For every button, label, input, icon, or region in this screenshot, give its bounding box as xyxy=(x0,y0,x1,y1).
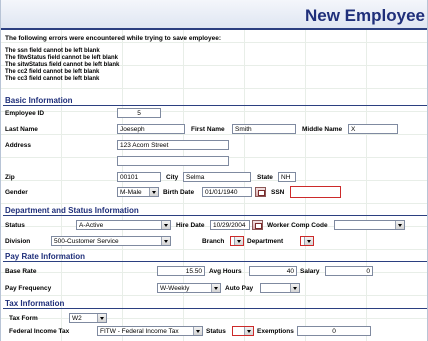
tax-status-select[interactable] xyxy=(232,326,254,336)
federal-income-tax-value: FITW - Federal Income Tax xyxy=(100,328,179,335)
error-message: The fitwStatus field cannot be left blan… xyxy=(5,55,119,61)
pay-frequency-label: Pay Frequency xyxy=(5,285,52,292)
division-label: Division xyxy=(5,238,31,245)
gender-value: M-Male xyxy=(120,189,142,196)
employee-id-field[interactable]: 5 xyxy=(117,108,161,118)
federal-income-tax-select[interactable]: FITW - Federal Income Tax xyxy=(97,326,203,336)
status-label: Status xyxy=(5,222,25,229)
employee-id-label: Employee ID xyxy=(5,110,45,117)
worker-comp-label: Worker Comp Code xyxy=(267,222,328,229)
page-title: New Employee xyxy=(305,6,425,25)
calendar-icon[interactable] xyxy=(252,220,263,230)
city-label: City xyxy=(166,174,179,181)
branch-label: Branch xyxy=(202,238,225,245)
chevron-down-icon[interactable] xyxy=(161,221,170,229)
first-name-field[interactable]: Smith xyxy=(232,124,296,134)
chevron-down-icon[interactable] xyxy=(97,314,106,322)
section-basic-information: Basic Information xyxy=(3,96,427,106)
error-message: The sitwStatus field cannot be left blan… xyxy=(5,62,120,68)
federal-income-tax-label: Federal Income Tax xyxy=(9,328,70,335)
last-name-field[interactable]: Joeseph xyxy=(117,124,185,134)
chevron-down-icon[interactable] xyxy=(234,237,243,245)
salary-label: Salary xyxy=(300,268,320,275)
tax-form-value: W2 xyxy=(72,315,82,322)
state-field[interactable]: NH xyxy=(278,172,296,182)
tax-form-label: Tax Form xyxy=(9,315,38,322)
zip-label: Zip xyxy=(5,174,15,181)
section-pay-rate: Pay Rate Information xyxy=(3,252,427,262)
auto-pay-label: Auto Pay xyxy=(225,285,254,292)
chevron-down-icon[interactable] xyxy=(211,284,220,292)
section-title: Tax Information xyxy=(5,299,65,308)
address-label: Address xyxy=(5,142,32,149)
salary-field[interactable]: 0 xyxy=(325,266,373,276)
gender-select[interactable]: M-Male xyxy=(117,187,159,197)
section-tax: Tax Information xyxy=(3,299,427,309)
status-select[interactable]: A-Active xyxy=(76,220,171,230)
branch-select[interactable] xyxy=(230,236,244,246)
ssn-field[interactable] xyxy=(290,186,341,198)
auto-pay-select[interactable] xyxy=(260,283,300,293)
chevron-down-icon[interactable] xyxy=(193,327,202,335)
exemptions-field[interactable]: 0 xyxy=(297,326,371,336)
gender-label: Gender xyxy=(5,189,28,196)
chevron-down-icon[interactable] xyxy=(161,237,170,245)
birth-date-field[interactable]: 01/01/1940 xyxy=(202,187,252,197)
section-department-status: Department and Status Information xyxy=(3,206,427,216)
birth-date-label: Birth Date xyxy=(163,189,195,196)
division-select[interactable]: 500-Customer Service xyxy=(51,236,171,246)
hire-date-field[interactable]: 10/29/2004 xyxy=(210,220,250,230)
section-title: Basic Information xyxy=(5,96,73,105)
zip-field[interactable]: 00101 xyxy=(117,172,161,182)
status-value: A-Active xyxy=(79,222,104,229)
base-rate-field[interactable]: 15.50 xyxy=(157,266,205,276)
department-label: Department xyxy=(247,238,284,245)
avg-hours-label: Avg Hours xyxy=(209,268,242,275)
department-select[interactable] xyxy=(300,236,314,246)
chevron-down-icon[interactable] xyxy=(304,237,313,245)
exemptions-label: Exemptions xyxy=(257,328,294,335)
title-bar: New Employee xyxy=(1,0,427,30)
ssn-label: SSN xyxy=(271,189,285,196)
address-line1-field[interactable]: 123 Acorn Street xyxy=(117,140,229,150)
first-name-label: First Name xyxy=(191,126,225,133)
chevron-down-icon[interactable] xyxy=(244,327,253,335)
pay-frequency-select[interactable]: W-Weekly xyxy=(157,283,221,293)
section-title: Department and Status Information xyxy=(5,206,139,215)
city-field[interactable]: Selma xyxy=(183,172,251,182)
division-value: 500-Customer Service xyxy=(54,238,119,245)
last-name-label: Last Name xyxy=(5,126,38,133)
middle-name-field[interactable]: X xyxy=(348,124,398,134)
error-message: The cc3 field cannot be left blank xyxy=(5,76,100,82)
new-employee-form: New Employee The following errors were e… xyxy=(0,0,428,341)
chevron-down-icon[interactable] xyxy=(395,221,404,229)
state-label: State xyxy=(257,174,273,181)
tax-form-select[interactable]: W2 xyxy=(69,313,107,323)
avg-hours-field[interactable]: 40 xyxy=(249,266,297,276)
pay-frequency-value: W-Weekly xyxy=(160,285,190,292)
worker-comp-select[interactable] xyxy=(334,220,405,230)
base-rate-label: Base Rate xyxy=(5,268,37,275)
chevron-down-icon[interactable] xyxy=(149,188,158,196)
middle-name-label: Middle Name xyxy=(302,126,343,133)
calendar-icon[interactable] xyxy=(255,187,266,197)
section-title: Pay Rate Information xyxy=(5,252,86,261)
error-message: The ssn field cannot be left blank xyxy=(5,48,100,54)
address-line2-field[interactable] xyxy=(117,156,229,166)
tax-status-label: Status xyxy=(206,328,226,335)
errors-heading: The following errors were encountered wh… xyxy=(5,35,221,42)
chevron-down-icon[interactable] xyxy=(290,284,299,292)
hire-date-label: Hire Date xyxy=(176,222,205,229)
error-message: The cc2 field cannot be left blank xyxy=(5,69,100,75)
